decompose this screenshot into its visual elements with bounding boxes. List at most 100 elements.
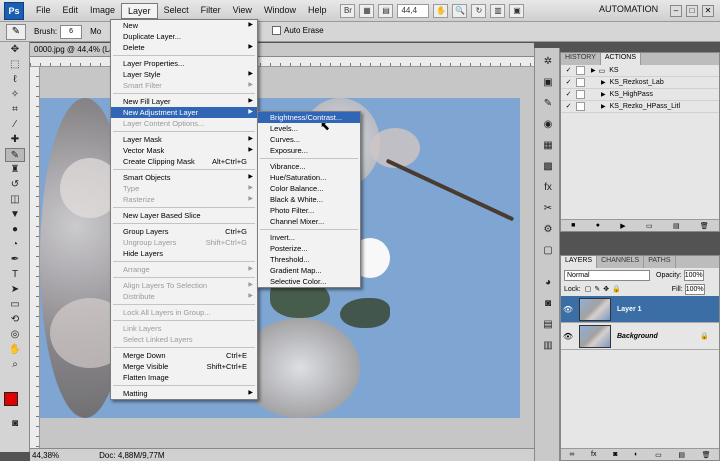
rotate-view-icon[interactable]: ↻ bbox=[471, 3, 487, 18]
styles-icon[interactable]: ▩ bbox=[540, 160, 556, 174]
auto-erase-option[interactable]: Auto Erase bbox=[272, 26, 324, 35]
layer-row[interactable]: 👁 Layer 1 bbox=[561, 296, 719, 323]
adjustments-icon[interactable]: ⚙ bbox=[540, 223, 556, 237]
menu-view[interactable]: View bbox=[227, 3, 258, 19]
menu-item-curves[interactable]: Curves... bbox=[258, 134, 360, 145]
menu-item-flatten-image[interactable]: Flatten Image bbox=[111, 372, 257, 383]
close-button[interactable]: ✕ bbox=[702, 5, 714, 17]
layer-name[interactable]: Layer 1 bbox=[617, 306, 642, 313]
new-set-icon[interactable]: ▭ bbox=[646, 222, 653, 230]
new-action-icon[interactable]: ▤ bbox=[673, 222, 680, 230]
3d-rotate-tool-icon[interactable]: ⟲ bbox=[5, 313, 25, 327]
color-icon[interactable]: ◕ bbox=[540, 276, 556, 290]
move-tool-icon[interactable]: ✥ bbox=[5, 43, 25, 57]
menu-file[interactable]: File bbox=[30, 3, 57, 19]
menu-item-matting[interactable]: Matting ▶ bbox=[111, 388, 257, 399]
menu-item-vibrance[interactable]: Vibrance... bbox=[258, 161, 360, 172]
tab-paths[interactable]: PATHS bbox=[644, 256, 676, 268]
action-row[interactable]: ✓ ▶ KS_HighPass bbox=[561, 89, 719, 101]
workspace-switcher[interactable]: AUTOMATION bbox=[599, 4, 658, 14]
type-tool-icon[interactable]: T bbox=[5, 268, 25, 282]
menu-item-gradient-map[interactable]: Gradient Map... bbox=[258, 265, 360, 276]
3d-orbit-tool-icon[interactable]: ◎ bbox=[5, 328, 25, 342]
zoom-tool-icon[interactable]: 🔍 bbox=[452, 3, 468, 18]
blur-tool-icon[interactable]: ● bbox=[5, 223, 25, 237]
expand-arrow-icon[interactable]: ▶ bbox=[601, 91, 606, 98]
action-row[interactable]: ✓ ▶ KS_Rezko_HPass_Litl bbox=[561, 101, 719, 113]
menu-filter[interactable]: Filter bbox=[195, 3, 227, 19]
menu-select[interactable]: Select bbox=[158, 3, 195, 19]
brush-tool-preset-icon[interactable]: ✎ bbox=[6, 23, 26, 40]
menu-item-hue-saturation[interactable]: Hue/Saturation... bbox=[258, 172, 360, 183]
document-tab[interactable]: 0000.jpg @ 44,4% (La bbox=[30, 43, 534, 57]
menu-item-create-clipping-mask[interactable]: Create Clipping Mask Alt+Ctrl+G bbox=[111, 156, 257, 167]
new-layer-icon[interactable]: ▤ bbox=[678, 451, 685, 459]
crop-tool-icon[interactable]: ⌗ bbox=[5, 103, 25, 117]
fill-field[interactable]: 100% bbox=[684, 283, 705, 295]
pencil-tool-icon[interactable]: ✎ bbox=[5, 148, 25, 162]
delete-icon[interactable]: 🗑 bbox=[700, 222, 709, 230]
masks-icon[interactable]: ▢ bbox=[540, 244, 556, 258]
menu-item-channel-mixer[interactable]: Channel Mixer... bbox=[258, 216, 360, 227]
dialog-toggle-box[interactable] bbox=[576, 66, 585, 75]
menu-item-new-layer-based-slice[interactable]: New Layer Based Slice bbox=[111, 210, 257, 221]
menu-item-selective-color[interactable]: Selective Color... bbox=[258, 276, 360, 287]
menu-item-new-adjustment-layer[interactable]: New Adjustment Layer ▶ bbox=[111, 107, 257, 118]
folder-icon[interactable]: ▭ bbox=[655, 451, 662, 459]
layer-thumbnail[interactable] bbox=[579, 297, 611, 321]
menu-item-smart-objects[interactable]: Smart Objects ▶ bbox=[111, 172, 257, 183]
lock-icons[interactable]: ▢✎✥🔒 bbox=[585, 285, 624, 293]
maximize-button[interactable]: □ bbox=[686, 5, 698, 17]
delete-icon[interactable]: 🗑 bbox=[702, 451, 711, 459]
fx-icon[interactable]: fx bbox=[591, 451, 596, 458]
image-panel-icon[interactable]: ▣ bbox=[540, 76, 556, 90]
shape-tool-icon[interactable]: ▭ bbox=[5, 298, 25, 312]
zoom-level-field[interactable]: 44,4 bbox=[397, 3, 430, 18]
layer-comps-icon[interactable]: ▤ bbox=[540, 318, 556, 332]
checkmark-icon[interactable]: ✓ bbox=[564, 102, 573, 111]
view-extras-icon[interactable]: ▤ bbox=[378, 3, 394, 18]
marquee-tool-icon[interactable]: ⬚ bbox=[5, 58, 25, 72]
menu-image[interactable]: Image bbox=[84, 3, 121, 19]
status-zoom[interactable]: 44,38% bbox=[32, 451, 59, 460]
tab-channels[interactable]: CHANNELS bbox=[597, 256, 645, 268]
paths-icon[interactable]: ◙ bbox=[540, 297, 556, 311]
history-brush-tool-icon[interactable]: ↺ bbox=[5, 178, 25, 192]
adjustment-icon[interactable]: ◐ bbox=[634, 451, 638, 458]
path-selection-tool-icon[interactable]: ➤ bbox=[5, 283, 25, 297]
clone-stamp-tool-icon[interactable]: ♜ bbox=[5, 163, 25, 177]
layer-thumbnail[interactable] bbox=[579, 324, 611, 348]
menu-layer[interactable]: Layer bbox=[121, 2, 158, 19]
menu-item-layer-mask[interactable]: Layer Mask ▶ bbox=[111, 134, 257, 145]
menu-item-merge-down[interactable]: Merge Down Ctrl+E bbox=[111, 350, 257, 361]
checkmark-icon[interactable]: ✓ bbox=[564, 90, 573, 99]
dialog-toggle-box[interactable] bbox=[576, 90, 585, 99]
menu-item-black-white[interactable]: Black & White... bbox=[258, 194, 360, 205]
quick-selection-tool-icon[interactable]: ✧ bbox=[5, 88, 25, 102]
record-icon[interactable]: ● bbox=[596, 222, 600, 229]
visibility-eye-icon[interactable]: 👁 bbox=[561, 305, 575, 314]
play-icon[interactable]: ▶ bbox=[620, 222, 625, 230]
minimize-button[interactable]: – bbox=[670, 5, 682, 17]
hand-tool-icon[interactable]: ✋ bbox=[5, 343, 25, 357]
menu-item-posterize[interactable]: Posterize... bbox=[258, 243, 360, 254]
menu-item-group-layers[interactable]: Group Layers Ctrl+G bbox=[111, 226, 257, 237]
blend-mode-select[interactable]: Normal bbox=[564, 269, 650, 281]
menu-item-duplicate-layer[interactable]: Duplicate Layer... bbox=[111, 31, 257, 42]
mini-bridge-icon[interactable]: ▦ bbox=[359, 3, 375, 18]
menu-item-new[interactable]: New ▶ bbox=[111, 20, 257, 31]
brush-size-picker[interactable]: 6 bbox=[60, 24, 83, 39]
menu-item-threshold[interactable]: Threshold... bbox=[258, 254, 360, 265]
eraser-tool-icon[interactable]: ◫ bbox=[5, 193, 25, 207]
link-icon[interactable]: ∞ bbox=[569, 451, 574, 458]
foreground-color-swatch[interactable] bbox=[4, 392, 18, 406]
menu-edit[interactable]: Edit bbox=[57, 3, 85, 19]
menu-item-brightness-contrast[interactable]: Brightness/Contrast... bbox=[258, 112, 360, 123]
bridge-icon[interactable]: Br bbox=[340, 3, 356, 18]
notes-icon[interactable]: ▥ bbox=[540, 339, 556, 353]
eyedropper-tool-icon[interactable]: ⁄ bbox=[5, 118, 25, 132]
paint-bucket-tool-icon[interactable]: ▼ bbox=[5, 208, 25, 222]
dialog-toggle-box[interactable] bbox=[576, 78, 585, 87]
menu-item-invert[interactable]: Invert... bbox=[258, 232, 360, 243]
menu-item-vector-mask[interactable]: Vector Mask ▶ bbox=[111, 145, 257, 156]
